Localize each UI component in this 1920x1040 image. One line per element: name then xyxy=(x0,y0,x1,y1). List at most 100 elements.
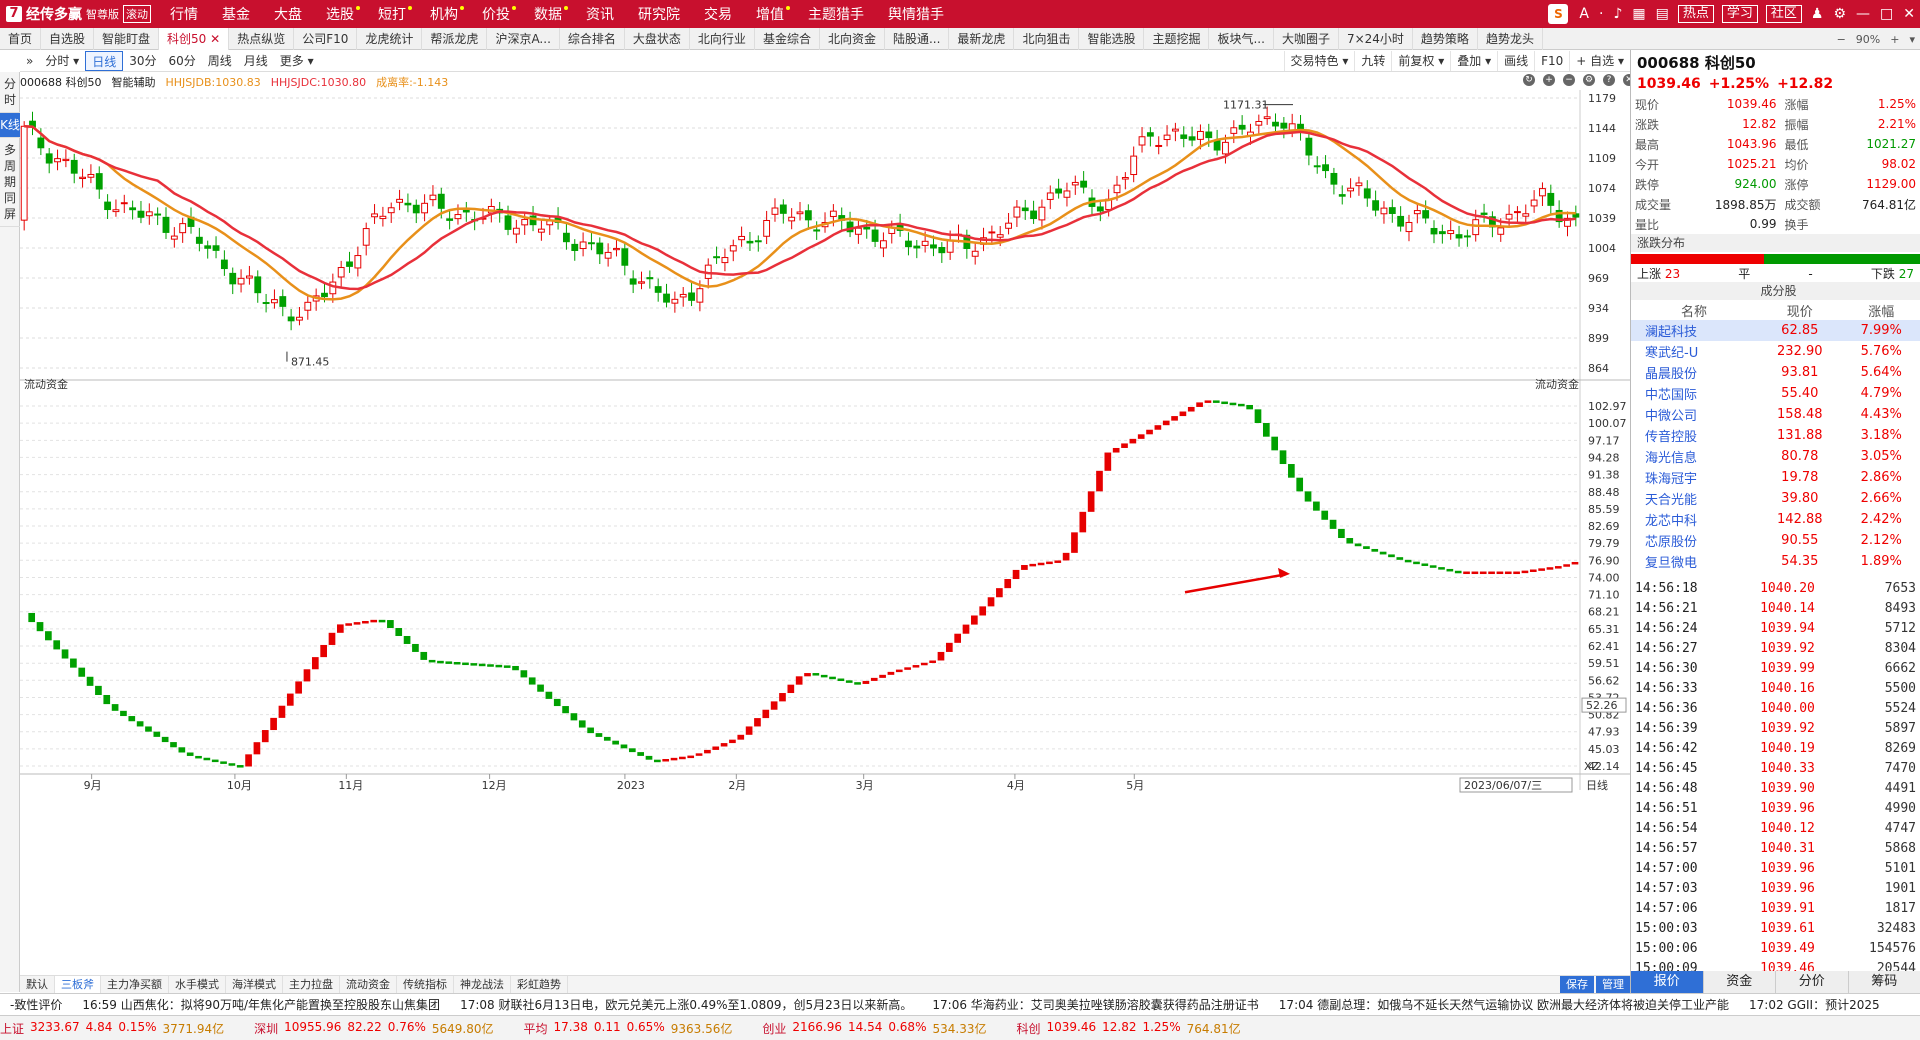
chart-tool-2[interactable]: 前复权 ▾ xyxy=(1391,51,1450,71)
menu-5[interactable]: 机构 xyxy=(418,4,470,24)
mic-icon[interactable]: ♪ xyxy=(1613,6,1622,22)
learn-button[interactable]: 学习 xyxy=(1721,5,1758,23)
period-1[interactable]: 日线 xyxy=(85,50,124,71)
index-1[interactable]: 深圳 10955.96 82.22 0.76% 5649.80亿 xyxy=(254,1020,499,1037)
indicator-tab-1[interactable]: 三板斧 xyxy=(55,975,101,994)
component-row[interactable]: 芯原股份 90.55 2.12% xyxy=(1631,530,1920,551)
chart-tool-3[interactable]: 叠加 ▾ xyxy=(1450,51,1497,71)
chart-tool-1[interactable]: 九转 xyxy=(1354,51,1391,71)
vtab-fenshi[interactable]: 分时 xyxy=(0,72,20,113)
menu-10[interactable]: 交易 xyxy=(692,4,744,24)
period-3[interactable]: 60分 xyxy=(162,51,201,71)
component-row[interactable]: 龙芯中科 142.88 2.42% xyxy=(1631,509,1920,530)
tab-13[interactable]: 北向资金 xyxy=(820,27,885,50)
quote-tab-3[interactable]: 筹码 xyxy=(1848,971,1920,993)
news-ticker[interactable]: -致性评价 16:59 山西焦化：拟将90万吨/年焦化产能置换至控股股东山焦集团 1… xyxy=(0,993,1920,1015)
hot-button[interactable]: 热点 xyxy=(1677,5,1714,23)
component-row[interactable]: 天合光能 39.80 2.66% xyxy=(1631,488,1920,509)
news-item[interactable]: 17:08 财联社6月13日电，欧元兑美元上涨0.49%至1.0809，创5月2… xyxy=(460,996,912,1013)
menu-12[interactable]: 主题猎手 xyxy=(796,4,876,24)
component-row[interactable]: 寒武纪-U 232.90 5.76% xyxy=(1631,341,1920,362)
component-row[interactable]: 复旦微电 54.35 1.89% xyxy=(1631,551,1920,572)
text-icon[interactable]: A xyxy=(1579,6,1589,22)
component-row[interactable]: 珠海冠宇 19.78 2.86% xyxy=(1631,467,1920,488)
tab-16[interactable]: 北向狙击 xyxy=(1014,27,1080,50)
component-row[interactable]: 中微公司 158.48 4.43% xyxy=(1631,404,1920,425)
indicator-tab-4[interactable]: 海洋模式 xyxy=(226,975,283,994)
index-4[interactable]: 科创 1039.46 12.82 1.25% 764.81亿 xyxy=(1016,1020,1246,1037)
menu-6[interactable]: 价投 xyxy=(470,4,522,24)
menu-8[interactable]: 资讯 xyxy=(574,4,626,24)
news-item[interactable]: 16:59 山西焦化：拟将90万吨/年焦化产能置换至控股股东山焦集团 xyxy=(82,996,440,1013)
zoom-out-icon[interactable]: − xyxy=(1837,33,1846,46)
remove-icon[interactable]: − xyxy=(1563,74,1575,86)
tab-2[interactable]: 智能盯盘 xyxy=(94,27,160,50)
indicator-tab-8[interactable]: 神龙战法 xyxy=(454,975,511,994)
tab-11[interactable]: 北向行业 xyxy=(690,27,755,50)
tab-4[interactable]: 热点纵览 xyxy=(229,27,295,50)
component-row[interactable]: 传音控股 131.88 3.18% xyxy=(1631,425,1920,446)
menu-0[interactable]: 行情 xyxy=(158,4,210,24)
indicator-tab-7[interactable]: 传统指标 xyxy=(397,975,454,994)
news-item[interactable]: 17:06 华海药业：艾司奥美拉唑镁肠溶胶囊获得药品注册证书 xyxy=(932,996,1258,1013)
menu-4[interactable]: 短打 xyxy=(366,4,418,24)
index-2[interactable]: 平均 17.38 0.11 0.65% 9363.56亿 xyxy=(524,1020,739,1037)
vtab-kline[interactable]: K线 xyxy=(0,113,20,138)
close-icon[interactable]: ✕ xyxy=(1903,6,1915,22)
dot-icon[interactable]: · xyxy=(1599,6,1603,22)
chevron-down-icon[interactable]: ▾ xyxy=(1909,33,1915,46)
tab-18[interactable]: 主题挖掘 xyxy=(1144,27,1210,50)
chart-tool-0[interactable]: 交易特色 ▾ xyxy=(1283,51,1355,71)
menu-11[interactable]: 增值 xyxy=(744,4,796,24)
sogou-icon[interactable]: S xyxy=(1548,4,1569,24)
chart-tool-4[interactable]: 画线 xyxy=(1497,51,1534,71)
legend-assist[interactable]: 智能辅助 xyxy=(112,74,156,90)
menu-1[interactable]: 基金 xyxy=(210,4,262,24)
tab-0[interactable]: 首页 xyxy=(0,27,42,50)
tab-17[interactable]: 智能选股 xyxy=(1079,27,1145,50)
tab-8[interactable]: 沪深京A... xyxy=(487,27,560,50)
component-row[interactable]: 澜起科技 62.85 7.99% xyxy=(1631,320,1920,341)
tab-12[interactable]: 基金综合 xyxy=(755,27,820,50)
help-icon[interactable]: ? xyxy=(1603,74,1615,86)
manage-button[interactable]: 管理 xyxy=(1596,976,1630,994)
tab-3[interactable]: 科创50 ✕ xyxy=(159,27,230,50)
tab-7[interactable]: 帮派龙虎 xyxy=(422,27,488,50)
tab-5[interactable]: 公司F10 xyxy=(294,27,358,50)
tab-10[interactable]: 大盘状态 xyxy=(625,27,690,50)
quote-tab-2[interactable]: 分价 xyxy=(1776,971,1849,993)
tab-14[interactable]: 陆股通... xyxy=(885,27,950,50)
period-0[interactable]: 分时 ▾ xyxy=(39,51,85,71)
refresh-icon[interactable]: ↻ xyxy=(1523,74,1535,86)
expand-icon[interactable]: » xyxy=(20,51,39,71)
chart-tool-6[interactable]: + 自选 ▾ xyxy=(1569,51,1630,71)
tab-20[interactable]: 大咖圈子 xyxy=(1274,27,1339,50)
period-2[interactable]: 30分 xyxy=(123,51,162,71)
menu-9[interactable]: 研究院 xyxy=(626,4,692,24)
add-icon[interactable]: + xyxy=(1543,74,1555,86)
chart-tool-5[interactable]: F10 xyxy=(1534,51,1569,71)
tab-23[interactable]: 趋势龙头 xyxy=(1478,27,1543,50)
period-6[interactable]: 更多 ▾ xyxy=(274,51,320,71)
quote-tab-1[interactable]: 资金 xyxy=(1703,971,1776,993)
component-row[interactable]: 晶晨股份 93.81 5.64% xyxy=(1631,362,1920,383)
tab-21[interactable]: 7×24小时 xyxy=(1339,27,1413,50)
tab-1[interactable]: 自选股 xyxy=(41,27,95,50)
menu-3[interactable]: 选股 xyxy=(314,4,366,24)
mode-label[interactable]: 滚动 xyxy=(123,5,151,23)
zoom-in-icon[interactable]: + xyxy=(1890,33,1899,46)
vtab-multi[interactable]: 多周期同屏 xyxy=(0,138,20,227)
news-item[interactable]: 17:02 GGII：预计2025 xyxy=(1749,996,1880,1013)
kline-chart[interactable]: 1179 1144 1109 1074 1039 1004 969 934 899 864 1171… xyxy=(20,90,1630,975)
news-item[interactable]: -致性评价 xyxy=(10,996,62,1013)
news-item[interactable]: 17:04 德副总理：如俄乌不延长天然气运输协议 欧洲最大经济体将被迫关停工业产… xyxy=(1279,996,1729,1013)
tab-6[interactable]: 龙虎统计 xyxy=(357,27,423,50)
close-tab-icon[interactable]: ✕ xyxy=(206,32,220,46)
index-3[interactable]: 创业 2166.96 14.54 0.68% 534.33亿 xyxy=(762,1020,992,1037)
menu-2[interactable]: 大盘 xyxy=(262,4,314,24)
period-4[interactable]: 周线 xyxy=(202,51,238,71)
index-0[interactable]: 上证 3233.67 4.84 0.15% 3771.94亿 xyxy=(0,1020,230,1037)
tab-15[interactable]: 最新龙虎 xyxy=(949,27,1015,50)
community-button[interactable]: 社区 xyxy=(1765,5,1802,23)
tab-22[interactable]: 趋势策略 xyxy=(1413,27,1478,50)
